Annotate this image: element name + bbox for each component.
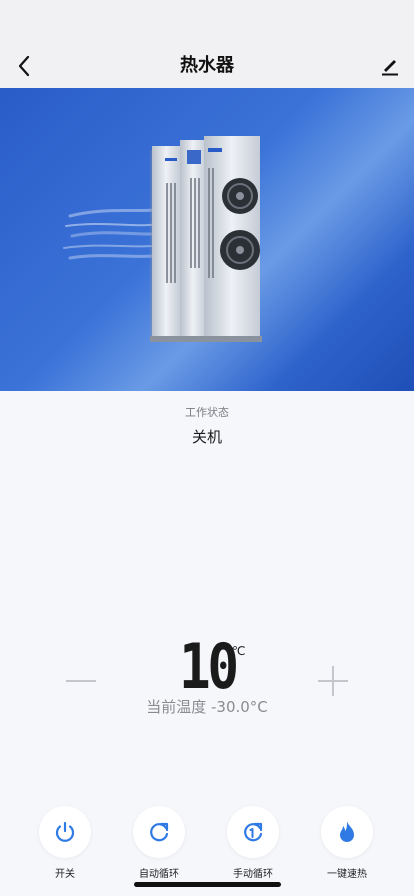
power-button[interactable] xyxy=(39,806,91,858)
quick-heat-control[interactable]: 一键速热 xyxy=(312,806,382,880)
increase-button[interactable] xyxy=(316,664,350,698)
power-label: 开关 xyxy=(55,869,75,880)
control-bar: 开关 自动循环 手动循环 一键速热 xyxy=(0,806,414,886)
quick-heat-label: 一键速热 xyxy=(327,869,367,880)
temperature-control: 10 ℃ 当前温度 -30.0°C xyxy=(0,630,414,730)
auto-cycle-control[interactable]: 自动循环 xyxy=(124,806,194,880)
manual-cycle-control[interactable]: 手动循环 xyxy=(218,806,288,880)
back-button[interactable] xyxy=(10,52,38,80)
flame-icon xyxy=(340,821,354,842)
temperature-unit: ℃ xyxy=(232,644,246,658)
chevron-left-icon xyxy=(18,55,30,77)
quick-heat-button[interactable] xyxy=(321,806,373,858)
page-title: 热水器 xyxy=(180,55,234,76)
manual-cycle-button[interactable] xyxy=(227,806,279,858)
power-icon xyxy=(55,821,75,842)
auto-cycle-label: 自动循环 xyxy=(139,869,179,880)
status-value: 关机 xyxy=(191,428,222,446)
refresh-icon xyxy=(150,822,169,842)
work-status: 工作状态 关机 xyxy=(0,404,414,447)
manual-cycle-icon xyxy=(244,822,263,842)
auto-cycle-button[interactable] xyxy=(133,806,185,858)
edit-icon xyxy=(382,60,398,76)
device-image xyxy=(0,88,414,391)
set-temperature: 10 xyxy=(178,630,239,703)
nav-bar: 热水器 xyxy=(0,44,414,88)
home-indicator xyxy=(134,882,281,887)
plus-icon xyxy=(318,666,348,696)
status-bar xyxy=(0,0,414,44)
power-control[interactable]: 开关 xyxy=(30,806,100,880)
status-label: 工作状态 xyxy=(185,406,229,419)
edit-button[interactable] xyxy=(376,52,404,80)
manual-cycle-label: 手动循环 xyxy=(233,869,273,880)
current-temperature: 当前温度 -30.0°C xyxy=(146,698,268,716)
